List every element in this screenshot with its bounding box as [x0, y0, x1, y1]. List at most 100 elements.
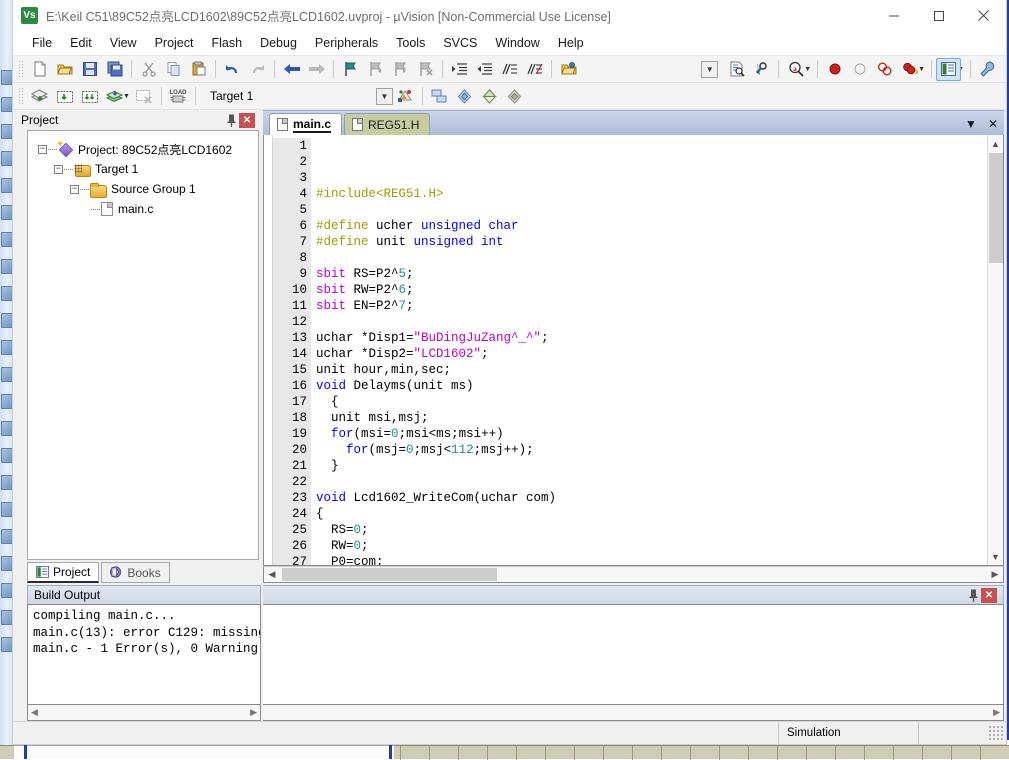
tree-item-source-group[interactable]: − Source Group 1: [28, 179, 258, 199]
resize-grip[interactable]: [988, 725, 1004, 741]
translate-icon[interactable]: [27, 85, 52, 108]
menu-view[interactable]: View: [101, 33, 146, 53]
menu-tools[interactable]: Tools: [387, 33, 434, 53]
code-line[interactable]: 19 for(msi=0;msi<ms;msi++): [273, 426, 987, 442]
build-output-body-right[interactable]: [263, 604, 1004, 705]
build-output-body[interactable]: compiling main.c... main.c(13): error C1…: [27, 604, 261, 705]
tree-item-project[interactable]: − Project: 89C52点亮LCD1602: [28, 139, 258, 159]
code-line[interactable]: 18 unit msi,msj;: [273, 410, 987, 426]
code-line[interactable]: 1: [273, 138, 987, 154]
code-line[interactable]: 24{: [273, 506, 987, 522]
tree-item-main-c[interactable]: main.c: [28, 199, 258, 219]
find-icon[interactable]: a: [783, 58, 808, 81]
editor-tab-reg51-h[interactable]: REG51.H: [344, 113, 430, 135]
navigate-forward-icon[interactable]: [304, 58, 329, 81]
horizontal-scroll-thumb[interactable]: [282, 568, 497, 581]
stop-build-icon[interactable]: [132, 85, 157, 108]
code-line[interactable]: 20 for(msj=0;msj<112;msj++);: [273, 442, 987, 458]
code-line[interactable]: 25 RS=0;: [273, 522, 987, 538]
save-icon[interactable]: [77, 58, 102, 81]
code-line[interactable]: 13uchar *Disp1="BuDingJuZang^_^";: [273, 330, 987, 346]
breakpoint-insert-icon[interactable]: [822, 58, 847, 81]
menu-file[interactable]: File: [23, 33, 61, 53]
menu-debug[interactable]: Debug: [251, 33, 306, 53]
code-line[interactable]: 15unit hour,min,sec;: [273, 362, 987, 378]
manage-components-icon[interactable]: [427, 85, 452, 108]
build-icon[interactable]: [52, 85, 77, 108]
download-icon[interactable]: LOAD: [166, 85, 191, 108]
code-line[interactable]: 26 RW=0;: [273, 538, 987, 554]
menu-window[interactable]: Window: [486, 33, 548, 53]
save-all-icon[interactable]: [102, 58, 127, 81]
code-line[interactable]: 16void Delayms(unit ms): [273, 378, 987, 394]
close-icon[interactable]: ✕: [239, 113, 255, 128]
maximize-button[interactable]: [916, 0, 961, 31]
toolbar-grip[interactable]: [18, 87, 24, 105]
code-editor[interactable]: 1234#include<REG51.H>56#define ucher uns…: [264, 135, 987, 565]
target-selector-dropdown-button[interactable]: ▼: [376, 88, 393, 105]
breakpoint-kill-all-icon[interactable]: ✕: [897, 58, 922, 81]
functions-icon[interactable]: [502, 85, 527, 108]
sidebar-tab-project[interactable]: Project: [27, 562, 99, 583]
source-code[interactable]: 1234#include<REG51.H>56#define ucher uns…: [273, 135, 987, 565]
code-line[interactable]: 12: [273, 314, 987, 330]
breakpoint-disable-all-icon[interactable]: [872, 58, 897, 81]
breakpoint-disable-icon[interactable]: [847, 58, 872, 81]
editor-horizontal-scrollbar[interactable]: ◀ ▶: [263, 566, 1004, 583]
minimize-button[interactable]: [871, 0, 916, 31]
editor-vertical-scrollbar[interactable]: ▲ ▼: [987, 135, 1003, 565]
bookmark-toggle-icon[interactable]: [338, 58, 363, 81]
vertical-scroll-thumb[interactable]: [989, 153, 1003, 263]
cut-icon[interactable]: [136, 58, 161, 81]
code-line[interactable]: 2: [273, 154, 987, 170]
code-line[interactable]: 27 P0=com;: [273, 554, 987, 565]
menu-project[interactable]: Project: [146, 33, 203, 53]
new-file-icon[interactable]: [27, 58, 52, 81]
code-line[interactable]: 6#define ucher unsigned char: [273, 218, 987, 234]
paste-icon[interactable]: [186, 58, 211, 81]
uncomment-icon[interactable]: [522, 58, 547, 81]
menu-help[interactable]: Help: [549, 33, 593, 53]
rebuild-icon[interactable]: [77, 85, 102, 108]
scroll-up-icon[interactable]: ▲: [988, 135, 1004, 152]
code-line[interactable]: 23void Lcd1602_WriteCom(uchar com): [273, 490, 987, 506]
code-line[interactable]: 11sbit EN=P2^7;: [273, 298, 987, 314]
toolbar-grip[interactable]: [18, 60, 24, 78]
indent-left-icon[interactable]: [472, 58, 497, 81]
scroll-right-icon[interactable]: ▶: [987, 569, 1003, 580]
tree-item-target[interactable]: − Target 1: [28, 159, 258, 179]
bookmark-clear-icon[interactable]: [413, 58, 438, 81]
scroll-down-icon[interactable]: ▼: [988, 548, 1004, 565]
build-output-hscrollbar-right[interactable]: ▶: [263, 705, 1004, 721]
pin-icon[interactable]: [965, 587, 981, 603]
pin-icon[interactable]: [223, 112, 239, 128]
tree-expander[interactable]: −: [70, 185, 79, 194]
manage-multi-icon[interactable]: [452, 85, 477, 108]
scroll-left-icon[interactable]: ◀: [264, 569, 280, 580]
open-file-icon[interactable]: [52, 58, 77, 81]
code-line[interactable]: 5: [273, 202, 987, 218]
chevron-right-icon[interactable]: ▶: [993, 707, 1000, 718]
code-line[interactable]: 8: [273, 250, 987, 266]
navigate-back-icon[interactable]: [279, 58, 304, 81]
menu-svcs[interactable]: SVCS: [434, 33, 486, 53]
tree-expander[interactable]: −: [54, 165, 63, 174]
configure-icon[interactable]: [975, 58, 1000, 81]
bookmark-next-icon[interactable]: [388, 58, 413, 81]
close-icon[interactable]: ✕: [981, 588, 997, 603]
undo-icon[interactable]: [220, 58, 245, 81]
code-line[interactable]: 4#include<REG51.H>: [273, 186, 987, 202]
open-project-icon[interactable]: [556, 58, 581, 81]
code-line[interactable]: 3: [273, 170, 987, 186]
code-scroll-region[interactable]: 1234#include<REG51.H>56#define ucher uns…: [273, 135, 987, 565]
tree-expander[interactable]: −: [38, 145, 47, 154]
indent-right-icon[interactable]: [447, 58, 472, 81]
code-line[interactable]: 21 }: [273, 458, 987, 474]
code-line[interactable]: 14uchar *Disp2="LCD1602";: [273, 346, 987, 362]
copy-icon[interactable]: [161, 58, 186, 81]
toolbar-overflow-button[interactable]: ▼: [701, 61, 718, 78]
menu-edit[interactable]: Edit: [61, 33, 101, 53]
menu-flash[interactable]: Flash: [202, 33, 251, 53]
editor-tab-main-c[interactable]: main.c: [269, 113, 342, 135]
close-button[interactable]: [961, 0, 1006, 31]
